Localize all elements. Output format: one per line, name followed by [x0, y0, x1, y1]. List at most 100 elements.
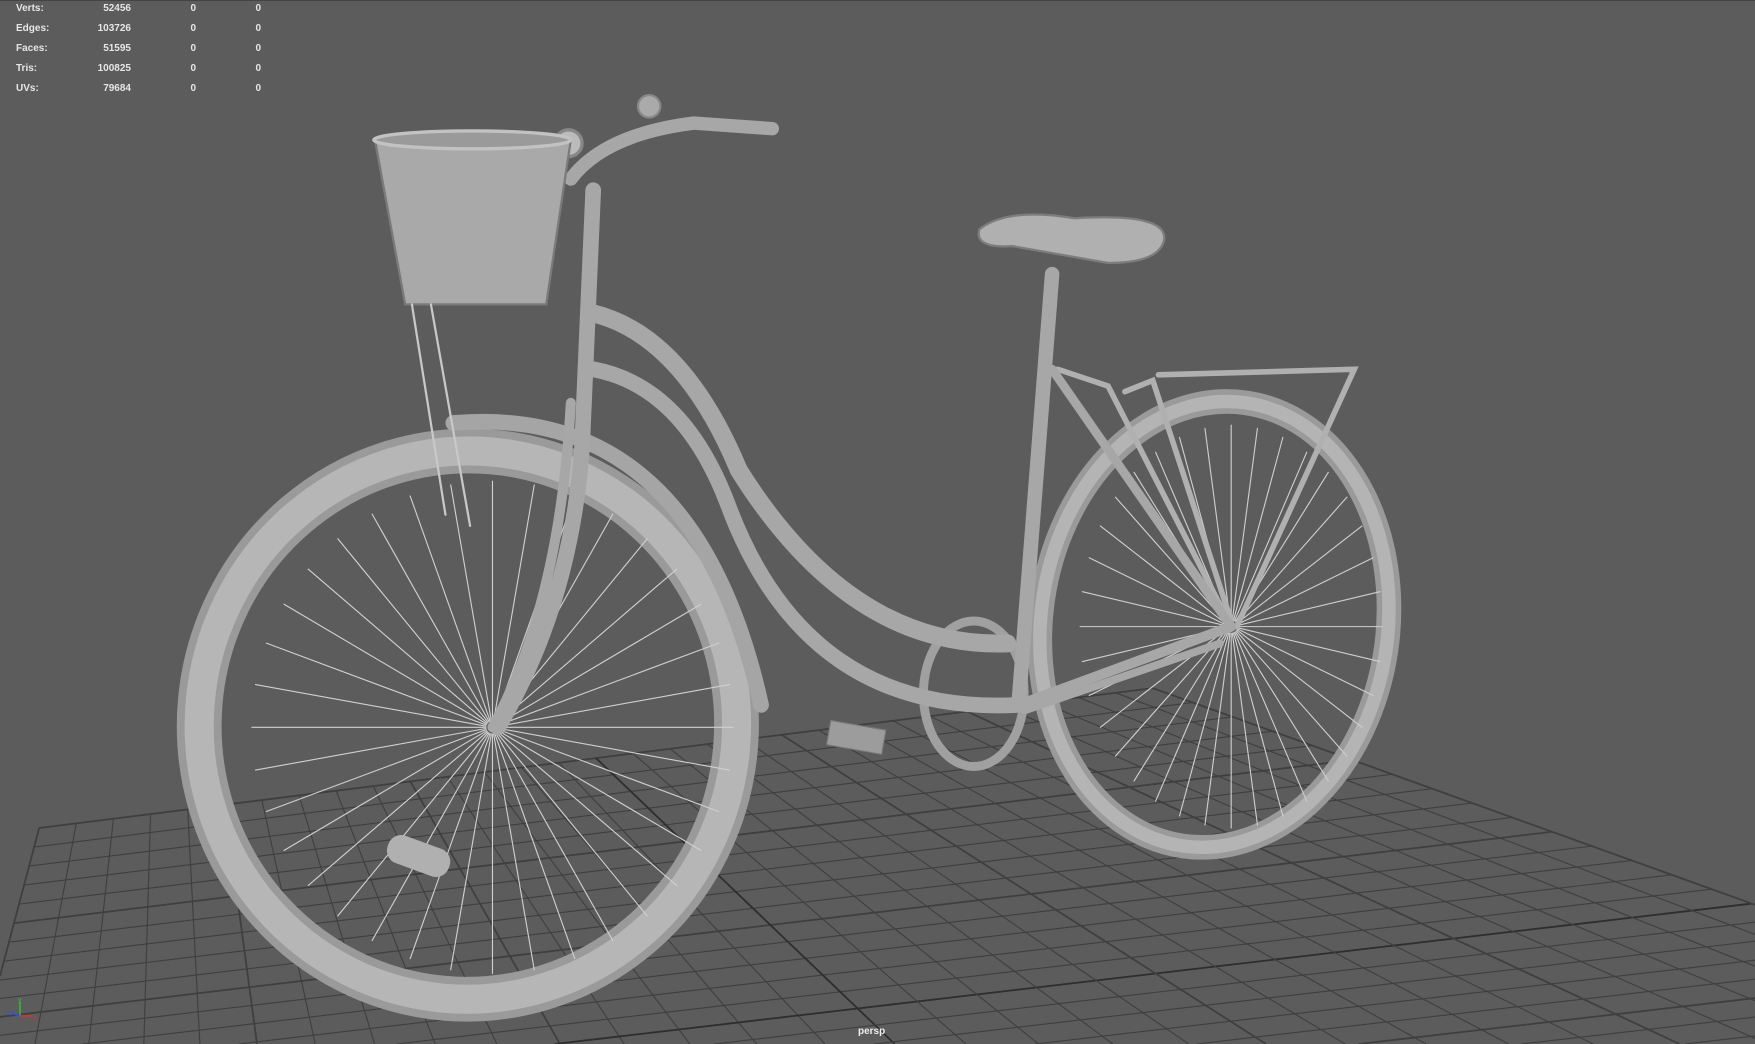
hud-label: Tris: [16, 63, 38, 74]
grid-line [1005, 877, 1044, 903]
grid-line [621, 782, 649, 809]
grid-line [146, 934, 219, 945]
grid-line [409, 780, 427, 809]
grid-line [1466, 869, 1550, 881]
grid-line [1042, 901, 1082, 927]
grid-line [493, 874, 563, 884]
spoke [254, 684, 487, 727]
grid-line [1316, 982, 1359, 1007]
spoke [307, 568, 488, 724]
grid-line [1174, 997, 1269, 1010]
grid-line [1699, 921, 1755, 930]
grid-line [823, 871, 855, 897]
grid-line [795, 800, 860, 810]
grid-line [145, 953, 148, 982]
grid-line [1161, 801, 1211, 826]
3d-viewport[interactable] [0, 0, 1755, 1044]
grid-line [1175, 942, 1216, 967]
grid-line [1166, 1028, 1189, 1044]
grid-line [893, 805, 932, 832]
grid-line [242, 941, 248, 970]
grid-line [1183, 752, 1248, 763]
grid-line [816, 816, 885, 827]
grid-line [536, 832, 602, 842]
grid-line [145, 971, 222, 982]
grid-line [1151, 775, 1219, 786]
grid-line [323, 875, 333, 904]
grid-line [1003, 831, 1076, 841]
grid-line [916, 1001, 947, 1027]
grid-line [1053, 918, 1137, 930]
grid-line [0, 970, 73, 981]
grid-line [360, 908, 433, 919]
grid-line [191, 892, 194, 920]
grid-line [356, 843, 368, 871]
grid-line [1309, 841, 1361, 865]
grid-line [309, 1006, 393, 1018]
grid-line [1682, 1016, 1755, 1026]
grid-line [1149, 981, 1242, 994]
grid-line [226, 1016, 310, 1028]
grid-line [1112, 778, 1163, 804]
grid-line [192, 919, 196, 948]
grid-line [249, 996, 256, 1024]
grid-line [65, 851, 72, 881]
grid-line [1157, 859, 1203, 884]
grid-line [897, 776, 938, 802]
spoke [1234, 631, 1329, 782]
grid-line [752, 898, 829, 909]
grid-line [822, 964, 908, 976]
grid-line [436, 918, 450, 945]
grid-line [907, 954, 993, 966]
grid-line [897, 748, 940, 773]
grid-line [424, 807, 442, 835]
bicycle-model[interactable] [176, 93, 1417, 1022]
grid-line [1218, 767, 1286, 778]
grid-line [542, 848, 563, 876]
grid-line [904, 880, 981, 891]
grid-line [818, 757, 857, 784]
grid-line [950, 799, 1018, 810]
grid-line [986, 1019, 1081, 1032]
spoke [450, 484, 492, 722]
grid-line [1624, 888, 1712, 901]
grid-line [970, 938, 1004, 964]
grid-line [924, 784, 990, 794]
grid-line [1649, 997, 1751, 1012]
grid-line [1284, 835, 1361, 846]
grid-line [1355, 807, 1412, 831]
grid-line [849, 811, 886, 837]
grid-line [897, 769, 961, 778]
grid-line [809, 873, 883, 884]
grid-line [491, 1021, 579, 1034]
grid-line [313, 1024, 399, 1036]
grid-line [930, 829, 970, 855]
grid-line [1333, 960, 1426, 973]
grid-line [805, 948, 889, 959]
hud-value: 51595 [103, 43, 131, 54]
grid-line [188, 836, 192, 865]
grid-line [1691, 881, 1752, 905]
grid-line [1254, 989, 1295, 1015]
grid-line [75, 943, 147, 954]
grid-line [221, 962, 298, 973]
grid-line [589, 1028, 679, 1041]
grid-line [1501, 884, 1587, 896]
front-wheel [176, 413, 769, 1022]
grid-line [1065, 842, 1108, 867]
grid-line [1117, 948, 1157, 975]
grid-line [1743, 961, 1755, 967]
grid-line [1056, 871, 1097, 897]
grid-line [919, 859, 956, 885]
grid-line [1118, 760, 1184, 770]
grid-line [970, 928, 1054, 940]
grid-line [1082, 877, 1162, 889]
grid-line [1393, 934, 1484, 947]
grid-line [1360, 863, 1412, 888]
grid-line [726, 882, 754, 909]
grid-line [1214, 966, 1256, 991]
grid-line [1294, 1002, 1391, 1015]
grid-line [1383, 879, 1467, 891]
grid-line [8, 913, 18, 943]
grid-line [1301, 899, 1348, 924]
